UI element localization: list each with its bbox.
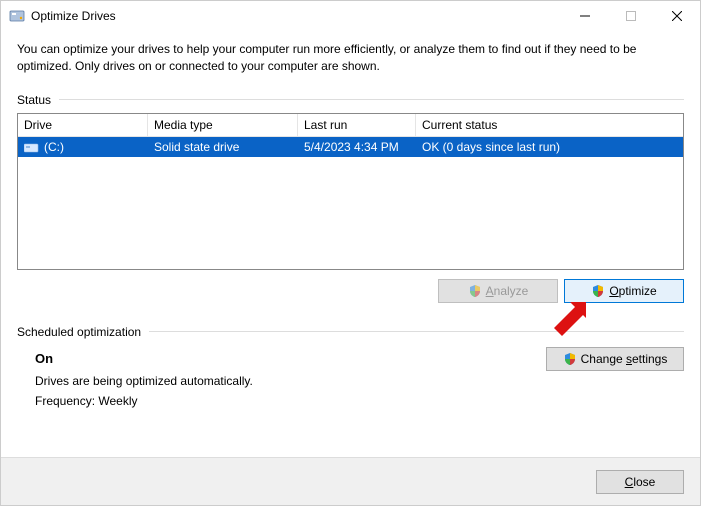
divider [59, 99, 684, 100]
optimize-drives-window: Optimize Drives You can optimize your dr… [0, 0, 701, 506]
drive-icon [24, 141, 40, 153]
cell-drive: (C:) [18, 137, 148, 157]
window-controls [562, 1, 700, 31]
close-button[interactable]: Close [596, 470, 684, 494]
header-drive[interactable]: Drive [18, 114, 148, 136]
cell-media: Solid state drive [148, 137, 298, 157]
titlebar: Optimize Drives [1, 1, 700, 31]
change-settings-label: Change settings [581, 352, 668, 366]
sched-text: Drives are being optimized automatically… [35, 374, 684, 388]
shield-icon [468, 284, 482, 298]
footer: Close [1, 457, 700, 505]
sched-section-label: Scheduled optimization [17, 325, 684, 339]
shield-icon [563, 352, 577, 366]
optimize-label: Optimize [609, 284, 656, 298]
app-icon [9, 8, 25, 24]
sched-freq: Frequency: Weekly [35, 394, 684, 408]
optimize-button[interactable]: Optimize [564, 279, 684, 303]
table-row[interactable]: (C:) Solid state drive 5/4/2023 4:34 PM … [18, 137, 683, 157]
cell-status: OK (0 days since last run) [416, 137, 683, 157]
window-title: Optimize Drives [31, 9, 562, 23]
content-area: You can optimize your drives to help you… [1, 31, 700, 457]
header-status[interactable]: Current status [416, 114, 683, 136]
analyze-button: Analyze [438, 279, 558, 303]
divider [149, 331, 684, 332]
table-header: Drive Media type Last run Current status [18, 114, 683, 137]
drives-table[interactable]: Drive Media type Last run Current status… [17, 113, 684, 270]
header-media[interactable]: Media type [148, 114, 298, 136]
action-buttons: Analyze Optimize [17, 279, 684, 303]
shield-icon [591, 284, 605, 298]
sched-body: On Drives are being optimized automatica… [17, 345, 684, 414]
maximize-button [608, 1, 654, 31]
cell-last-run: 5/4/2023 4:34 PM [298, 137, 416, 157]
analyze-label: Analyze [486, 284, 529, 298]
close-label: Close [625, 475, 656, 489]
status-label-text: Status [17, 93, 51, 107]
status-section-label: Status [17, 93, 684, 107]
intro-text: You can optimize your drives to help you… [17, 41, 684, 75]
drive-name: (C:) [44, 140, 64, 154]
change-settings-button[interactable]: Change settings [546, 347, 684, 371]
header-last-run[interactable]: Last run [298, 114, 416, 136]
minimize-button[interactable] [562, 1, 608, 31]
sched-label-text: Scheduled optimization [17, 325, 141, 339]
close-window-button[interactable] [654, 1, 700, 31]
